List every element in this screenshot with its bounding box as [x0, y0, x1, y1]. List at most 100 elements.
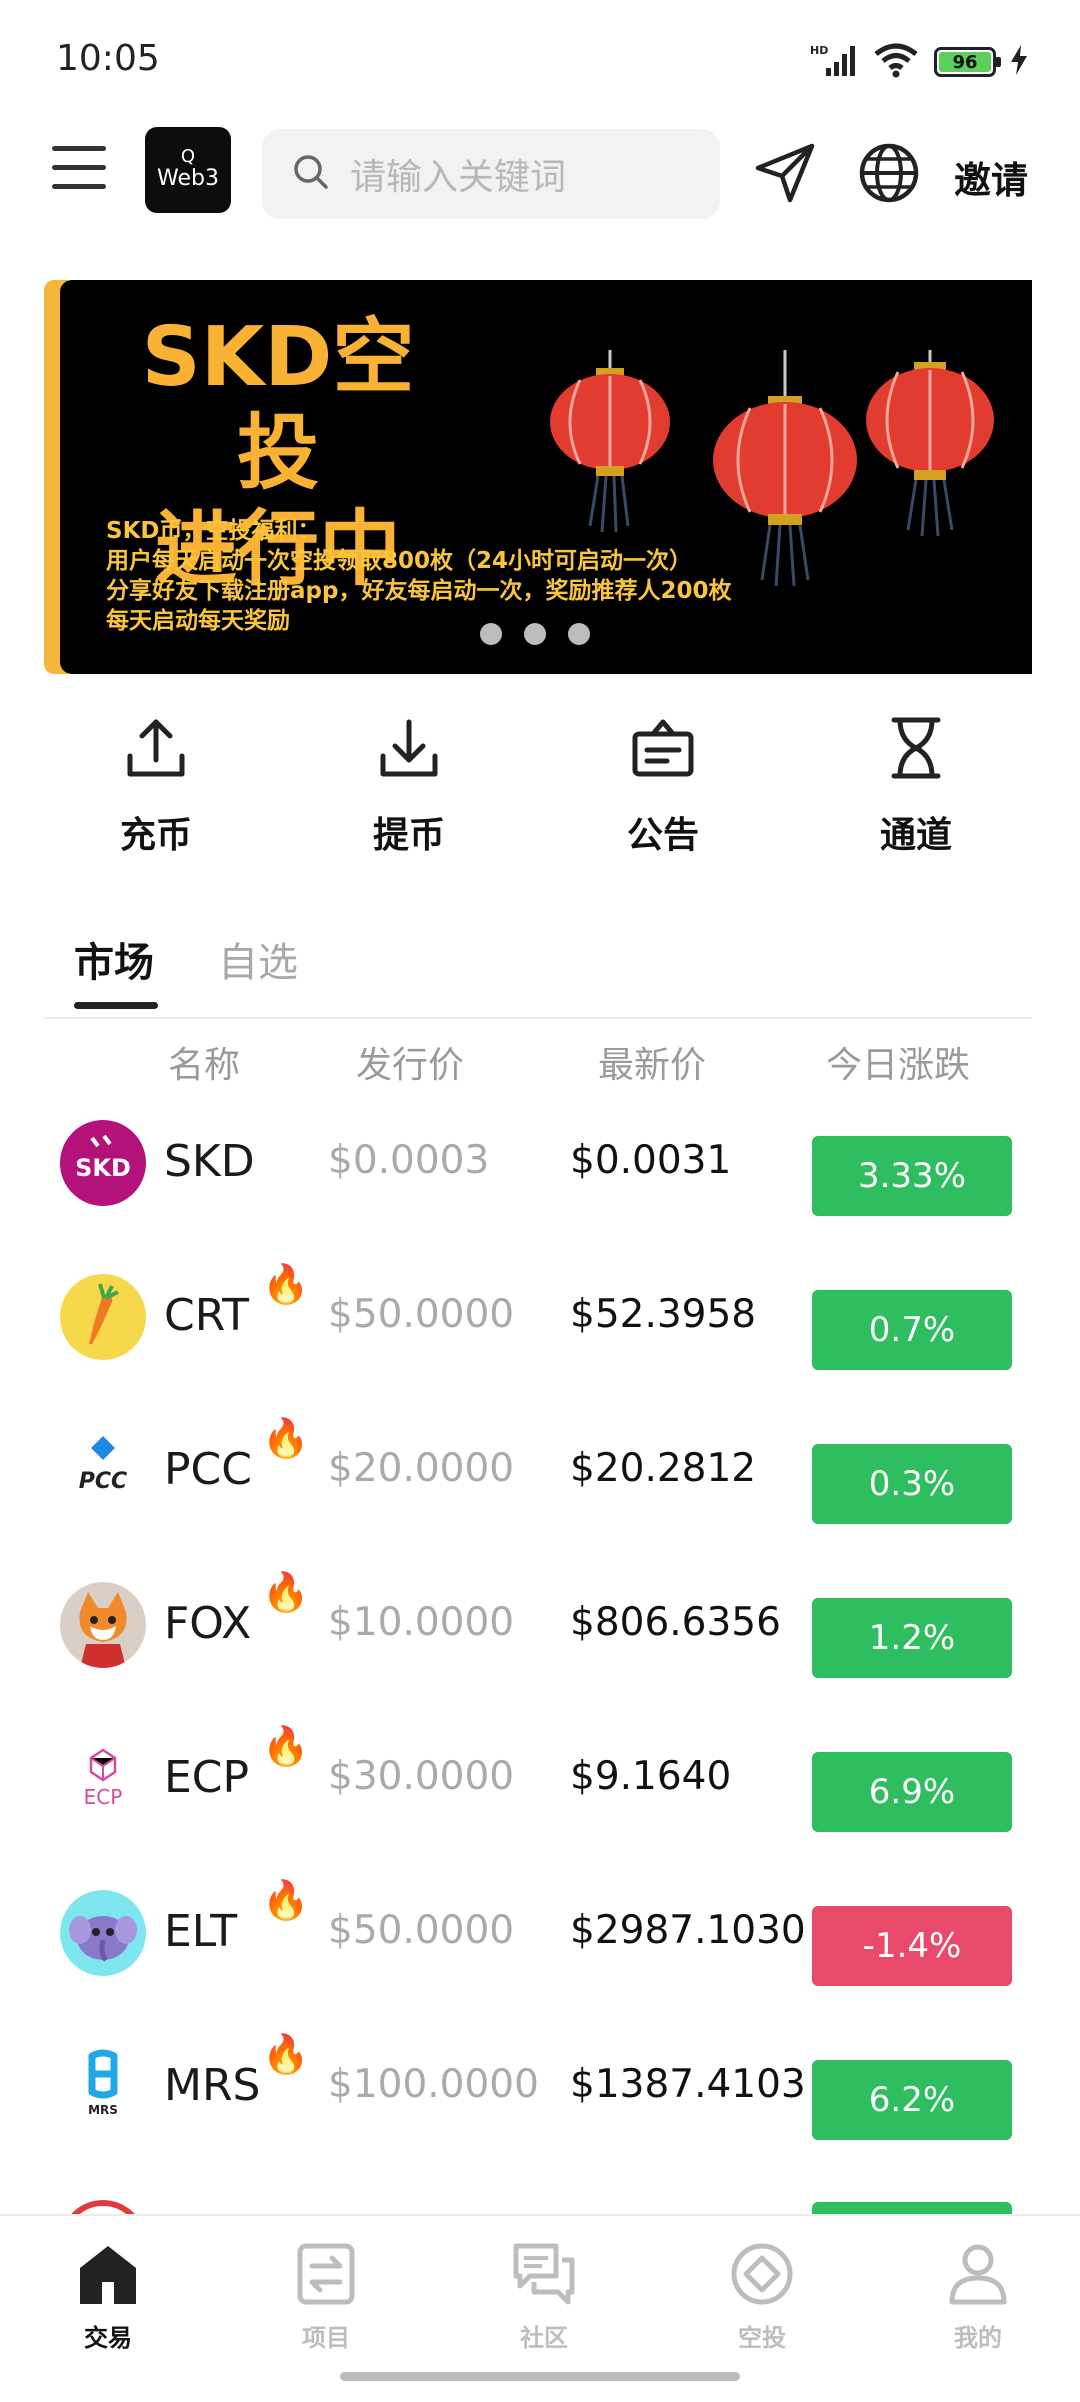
battery-level: 96 [939, 52, 991, 73]
issue-price: $50.0000 [328, 1908, 515, 1953]
logo-search-mark: Q [180, 146, 196, 167]
swap-icon [294, 2242, 358, 2310]
coin-row[interactable]: FOX 🔥 $10.0000 $806.6356 1.2% [0, 1548, 1080, 1702]
issue-price: $30.0000 [328, 1754, 515, 1799]
hot-fire-icon: 🔥 [262, 1416, 310, 1460]
issue-price: $0.0003 [328, 1138, 490, 1183]
hot-fire-icon: 🔥 [262, 1570, 310, 1614]
pagination-dot[interactable] [568, 623, 590, 645]
latest-price: $806.6356 [570, 1600, 781, 1645]
search-input[interactable]: 请输入关键词 [262, 129, 720, 219]
coin-row[interactable]: ECP ECP 🔥 $30.0000 $9.1640 6.9% [0, 1702, 1080, 1856]
hot-fire-icon: 🔥 [262, 2032, 310, 2076]
change-badge[interactable]: 1.2% [812, 1598, 1012, 1678]
hot-fire-icon: 🔥 [262, 1878, 310, 1922]
withdraw-button[interactable]: 提币 [334, 712, 484, 858]
channel-button[interactable]: 通道 [841, 712, 991, 858]
nav-community[interactable]: 社区 [474, 2242, 614, 2353]
nav-trade-label: 交易 [84, 2324, 132, 2352]
column-header-name[interactable]: 名称 [168, 1036, 240, 1088]
withdraw-label: 提币 [372, 815, 445, 856]
nav-profile[interactable]: 我的 [908, 2242, 1048, 2353]
coin-row[interactable]: PCC PCC 🔥 $20.0000 $20.2812 0.3% [0, 1394, 1080, 1548]
chat-icon [512, 2242, 576, 2310]
latest-price: $52.3958 [570, 1292, 757, 1337]
column-header-change[interactable]: 今日涨跌 [826, 1036, 970, 1088]
latest-price: $9.1640 [570, 1754, 732, 1799]
coin-row[interactable]: ELT 🔥 $50.0000 $2987.1030 -1.4% [0, 1856, 1080, 2010]
deposit-button[interactable]: 充币 [81, 712, 231, 858]
coin-logo-text: ECP [84, 1785, 123, 1809]
coin-logo-icon [60, 1890, 146, 1976]
nav-community-label: 社区 [520, 2324, 568, 2352]
change-badge[interactable]: 6.9% [812, 1752, 1012, 1832]
menu-button[interactable] [52, 146, 106, 190]
nav-projects-label: 项目 [302, 2324, 350, 2352]
issue-price: $50.0000 [328, 1292, 515, 1337]
coin-logo-icon: MRS [60, 2044, 146, 2130]
charging-icon [1010, 45, 1028, 79]
battery-icon: 96 [934, 47, 1001, 77]
coin-row-partial [0, 2196, 1080, 2214]
coin-logo-text: SKD [75, 1154, 131, 1182]
coin-logo-icon: ECP [60, 1736, 146, 1822]
status-icons: HD 96 [810, 40, 1028, 84]
nav-profile-label: 我的 [954, 2324, 1002, 2352]
coin-symbol: SKD [164, 1136, 255, 1187]
coin-logo-icon [60, 2200, 146, 2214]
change-badge[interactable]: 0.3% [812, 1444, 1012, 1524]
issue-price: $20.0000 [328, 1446, 515, 1491]
tab-market[interactable]: 市场 [74, 930, 154, 988]
latest-price: $2987.1030 [570, 1908, 806, 1953]
search-placeholder: 请输入关键词 [350, 157, 567, 198]
coin-row[interactable]: CRT 🔥 $50.0000 $52.3958 0.7% [0, 1240, 1080, 1394]
coin-symbol: ECP [164, 1752, 250, 1803]
nav-airdrop-label: 空投 [738, 2324, 786, 2352]
coin-symbol: ELT [164, 1906, 238, 1957]
announcement-button[interactable]: 公告 [588, 712, 738, 858]
download-icon [373, 712, 445, 788]
banner-desc-line: SKD币，空投福利： [106, 518, 321, 544]
banner-title-line1: SKD空投 [141, 310, 415, 501]
invite-button[interactable]: 邀请 [954, 150, 1028, 204]
coin-row[interactable]: MRS MRS 🔥 $100.0000 $1387.4103 6.2% [0, 2010, 1080, 2164]
hot-fire-icon: 🔥 [262, 1724, 310, 1768]
column-header-issue-price[interactable]: 发行价 [356, 1036, 464, 1088]
tab-divider [44, 1017, 1032, 1019]
nav-projects[interactable]: 项目 [256, 2242, 396, 2353]
latest-price: $0.0031 [570, 1138, 732, 1183]
search-icon [292, 153, 330, 195]
tab-favorites[interactable]: 自选 [218, 930, 298, 988]
pagination-dot[interactable] [524, 623, 546, 645]
coin-logo-icon: PCC [60, 1428, 146, 1514]
coin-symbol: FOX [164, 1598, 252, 1649]
coin-symbol: CRT [164, 1290, 249, 1341]
change-badge [812, 2202, 1012, 2214]
home-icon [76, 2242, 140, 2310]
home-indicator[interactable] [340, 2372, 740, 2381]
nav-airdrop[interactable]: 空投 [692, 2242, 832, 2353]
promo-banner[interactable]: SKD空投 进行中 SKD币，空投福利： 用户每天启动一次空投领取800枚（24… [60, 280, 1032, 674]
pagination-dot[interactable] [480, 623, 502, 645]
nav-trade[interactable]: 交易 [38, 2242, 178, 2353]
banner-desc-line: 分享好友下载注册app，好友每启动一次，奖励推荐人200枚 [106, 578, 732, 604]
announcement-label: 公告 [626, 815, 699, 856]
banner-description: SKD币，空投福利： 用户每天启动一次空投领取800枚（24小时可启动一次） 分… [106, 516, 731, 636]
airdrop-icon [730, 2242, 794, 2310]
change-badge[interactable]: 6.2% [812, 2060, 1012, 2140]
banner-desc-line: 每天启动每天奖励 [106, 608, 290, 634]
channel-label: 通道 [879, 815, 952, 856]
tab-indicator [74, 1002, 158, 1009]
change-badge[interactable]: 3.33% [812, 1136, 1012, 1216]
change-badge[interactable]: -1.4% [812, 1906, 1012, 1986]
coin-row[interactable]: SKD SKD $0.0003 $0.0031 3.33% [0, 1086, 1080, 1240]
hot-fire-icon: 🔥 [262, 1262, 310, 1306]
coin-logo-text: PCC [79, 1469, 127, 1494]
send-icon[interactable] [752, 140, 818, 206]
banner-pagination[interactable] [480, 623, 590, 645]
globe-icon[interactable] [856, 140, 922, 206]
coin-symbol: PCC [164, 1444, 252, 1495]
change-badge[interactable]: 0.7% [812, 1290, 1012, 1370]
column-header-latest-price[interactable]: 最新价 [598, 1036, 706, 1088]
app-logo[interactable]: Q Web3 [145, 127, 231, 213]
